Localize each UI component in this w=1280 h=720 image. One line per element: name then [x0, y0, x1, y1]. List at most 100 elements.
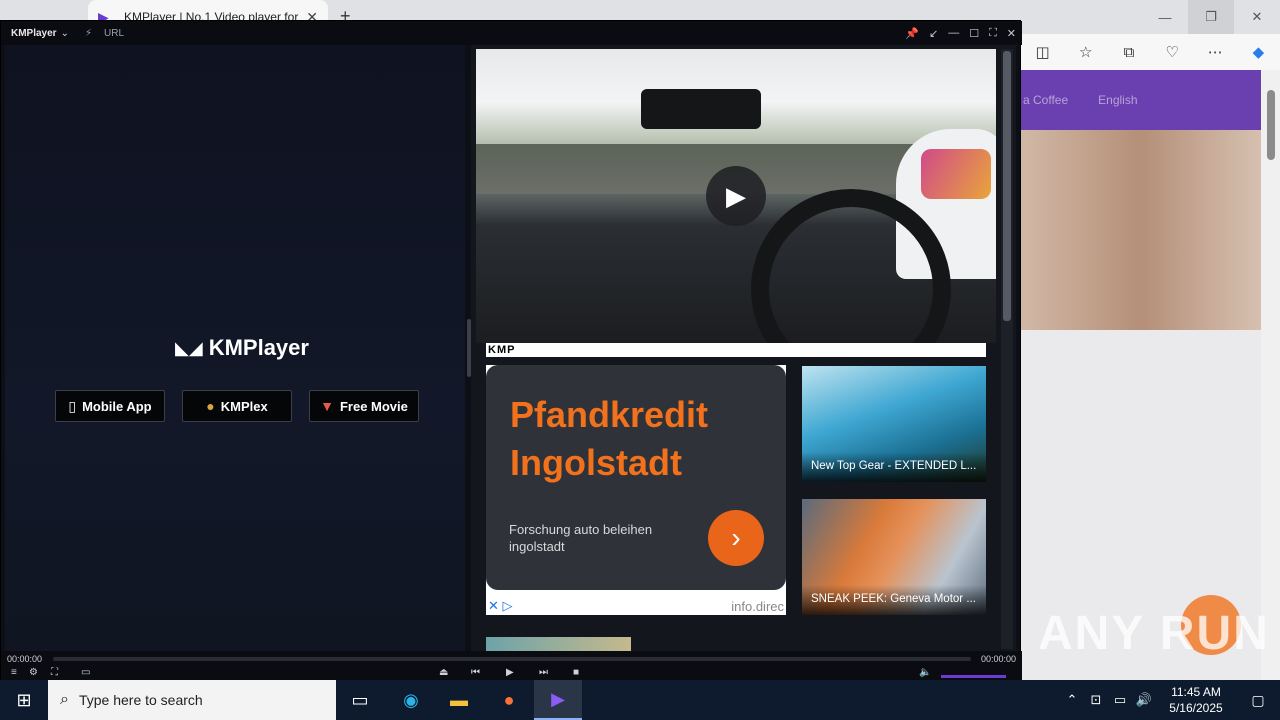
- page-hero-image: [1021, 130, 1261, 330]
- network-icon[interactable]: ▭: [1108, 692, 1132, 708]
- notifications-icon[interactable]: ▢: [1236, 692, 1280, 709]
- kmplayer-taskbar-icon[interactable]: ▶: [534, 680, 582, 720]
- browser-scrollbar[interactable]: [1261, 70, 1280, 680]
- clock[interactable]: 11:45 AM 5/16/2025: [1156, 684, 1236, 716]
- taskbar-search[interactable]: ⌕ Type here to search: [48, 680, 336, 720]
- anyrun-watermark: ANY RUN: [1038, 607, 1270, 660]
- ad-go-arrow-icon[interactable]: ›: [708, 510, 764, 566]
- minimize-icon[interactable]: —: [1142, 0, 1188, 34]
- mini-mode-icon[interactable]: ↙: [929, 27, 938, 40]
- task-view-icon[interactable]: ▭: [336, 680, 384, 720]
- close-window-icon[interactable]: ✕: [1234, 0, 1280, 34]
- pin-icon[interactable]: 📌: [905, 27, 919, 40]
- ad-domain[interactable]: info.direc: [731, 599, 784, 614]
- free-movie-button[interactable]: ▼ Free Movie: [309, 390, 419, 422]
- browser-page-content: a Coffee English: [1021, 70, 1261, 680]
- mobile-app-button[interactable]: ▯ Mobile App: [55, 390, 165, 422]
- tray-device-icon[interactable]: ⊡: [1084, 692, 1108, 708]
- panel-scrollbar-thumb[interactable]: [1003, 51, 1011, 321]
- free-movie-label: Free Movie: [339, 398, 408, 414]
- kmplayer-side-panel: ▶ KMP Pfandkredit Ingolstadt Forschung a…: [471, 45, 1016, 651]
- banner-item-coffee[interactable]: a Coffee: [1023, 93, 1068, 107]
- file-explorer-icon[interactable]: ▬: [435, 680, 483, 720]
- windows-taskbar: ⊞ ⌕ Type here to search ▭ ◉ ▬ ● ▶ ⌃ ⊡ ▭ …: [0, 680, 1280, 720]
- stop-icon[interactable]: ■: [573, 667, 579, 678]
- favorites-icon[interactable]: ☆: [1064, 43, 1107, 61]
- eject-icon[interactable]: ⏏: [439, 667, 448, 678]
- maximize-icon[interactable]: ☐: [969, 27, 979, 40]
- browser-essentials-icon[interactable]: ♡: [1151, 43, 1194, 61]
- ad-card[interactable]: Pfandkredit Ingolstadt Forschung auto be…: [486, 365, 786, 590]
- system-tray: ⌃ ⊡ ▭ 🔊 11:45 AM 5/16/2025 ▢: [1060, 680, 1280, 720]
- kmplayer-control-bar: 00:00:00 00:00:00 ≡ ⚙ ⛶ ▭ ⏏ ⏮ ▶ ⏭ ■ 🔈: [1, 651, 1022, 681]
- more-menu-icon[interactable]: ⋯: [1194, 43, 1237, 61]
- kmplayer-window-controls: 📌 ↙ — ☐ ⛶ ✕: [905, 21, 1016, 45]
- chevron-down-icon[interactable]: ⌄: [61, 28, 69, 39]
- kmplex-button[interactable]: ● KMPlex: [182, 390, 292, 422]
- scrollbar-thumb[interactable]: [1267, 90, 1275, 160]
- close-icon[interactable]: ✕: [1007, 27, 1016, 40]
- mobile-app-label: Mobile App: [82, 398, 152, 414]
- minimize-icon[interactable]: —: [948, 27, 959, 39]
- kmplayer-logo-icon: ◣◢: [175, 337, 203, 358]
- capture-icon[interactable]: ⛶: [51, 667, 58, 678]
- seek-bar[interactable]: [53, 657, 971, 661]
- adchoices-icon[interactable]: ✕ ▷: [488, 598, 513, 614]
- kmplex-label: KMPlex: [220, 398, 268, 414]
- featured-video[interactable]: ▶: [476, 49, 996, 343]
- kmplex-icon: ●: [206, 398, 215, 414]
- windows-start-icon[interactable]: ⊞: [0, 680, 48, 720]
- kmp-strip-logo: KMP: [486, 343, 986, 357]
- browser-toolbar: ◫ ☆ ⧉ ♡ ⋯ ◆: [1021, 34, 1280, 70]
- playlist-icon[interactable]: ≡: [11, 667, 17, 678]
- kmplayer-video-area[interactable]: ◣◢ KMPlayer ▯ Mobile App ● KMPlex ▼ Free…: [5, 45, 465, 651]
- ad-footer: ✕ ▷ info.direc: [486, 597, 786, 615]
- thumbnail-caption: New Top Gear - EXTENDED L...: [802, 452, 986, 482]
- search-placeholder: Type here to search: [78, 692, 203, 708]
- volume-icon[interactable]: 🔈: [919, 667, 931, 678]
- thumbnail-caption: SNEAK PEEK: Geneva Motor ...: [802, 585, 986, 615]
- video-scene-visor: [921, 149, 991, 199]
- ad-subtitle: Forschung auto beleihen ingolstadt: [509, 522, 653, 554]
- kmplayer-logo-text: KMPlayer: [208, 335, 309, 360]
- tray-overflow-icon[interactable]: ⌃: [1060, 692, 1084, 708]
- ad-title-line1: Pfandkredit: [510, 394, 709, 435]
- 3d-icon[interactable]: ▭: [81, 667, 90, 678]
- video-scene-mirror: [641, 89, 761, 129]
- settings-icon[interactable]: ⚙: [29, 667, 38, 678]
- play-icon[interactable]: ▶: [706, 166, 766, 226]
- kmplayer-menu-logo[interactable]: KMPlayer: [11, 28, 57, 39]
- kmplayer-window: KMPlayer ⌄ ⚡ URL 📌 ↙ — ☐ ⛶ ✕ ◣◢ KMPlayer…: [0, 20, 1022, 681]
- banner-item-language[interactable]: English: [1098, 93, 1137, 107]
- ad-title-line2: Ingolstadt: [510, 442, 682, 483]
- video-thumbnail[interactable]: SNEAK PEEK: Geneva Motor ...: [802, 499, 986, 615]
- elapsed-time: 00:00:00: [7, 654, 43, 664]
- search-icon: ⌕: [60, 691, 69, 708]
- collections-icon[interactable]: ⧉: [1107, 44, 1150, 61]
- ad-title: Pfandkredit Ingolstadt: [510, 391, 708, 487]
- firefox-icon[interactable]: ●: [485, 680, 533, 720]
- restore-icon[interactable]: ❐: [1188, 0, 1234, 34]
- play-icon[interactable]: ▶: [506, 667, 514, 678]
- copilot-icon[interactable]: ◆: [1237, 43, 1280, 61]
- clock-time: 11:45 AM: [1171, 685, 1221, 699]
- video-thumbnail-partial[interactable]: [486, 637, 631, 651]
- clock-date: 5/16/2025: [1169, 701, 1223, 715]
- kmplayer-titlebar: KMPlayer ⌄ ⚡ URL 📌 ↙ — ☐ ⛶ ✕: [1, 21, 1022, 45]
- edge-icon[interactable]: ◉: [387, 680, 435, 720]
- next-icon[interactable]: ⏭: [539, 667, 548, 678]
- advertisement[interactable]: Pfandkredit Ingolstadt Forschung auto be…: [486, 365, 786, 615]
- url-button[interactable]: URL: [104, 28, 124, 39]
- fullscreen-icon[interactable]: ⛶: [989, 27, 997, 40]
- page-banner: a Coffee English: [1021, 70, 1261, 130]
- volume-icon[interactable]: 🔊: [1132, 692, 1156, 708]
- previous-icon[interactable]: ⏮: [471, 667, 480, 678]
- popcorn-icon: ▼: [320, 398, 334, 414]
- total-time: 00:00:00: [980, 654, 1016, 664]
- volume-slider[interactable]: [941, 675, 1006, 678]
- panel-scrollbar[interactable]: [1001, 49, 1013, 649]
- split-screen-icon[interactable]: ◫: [1021, 43, 1064, 61]
- phone-icon: ▯: [68, 397, 77, 414]
- video-thumbnail[interactable]: New Top Gear - EXTENDED L...: [802, 366, 986, 482]
- lightning-icon[interactable]: ⚡: [85, 28, 92, 39]
